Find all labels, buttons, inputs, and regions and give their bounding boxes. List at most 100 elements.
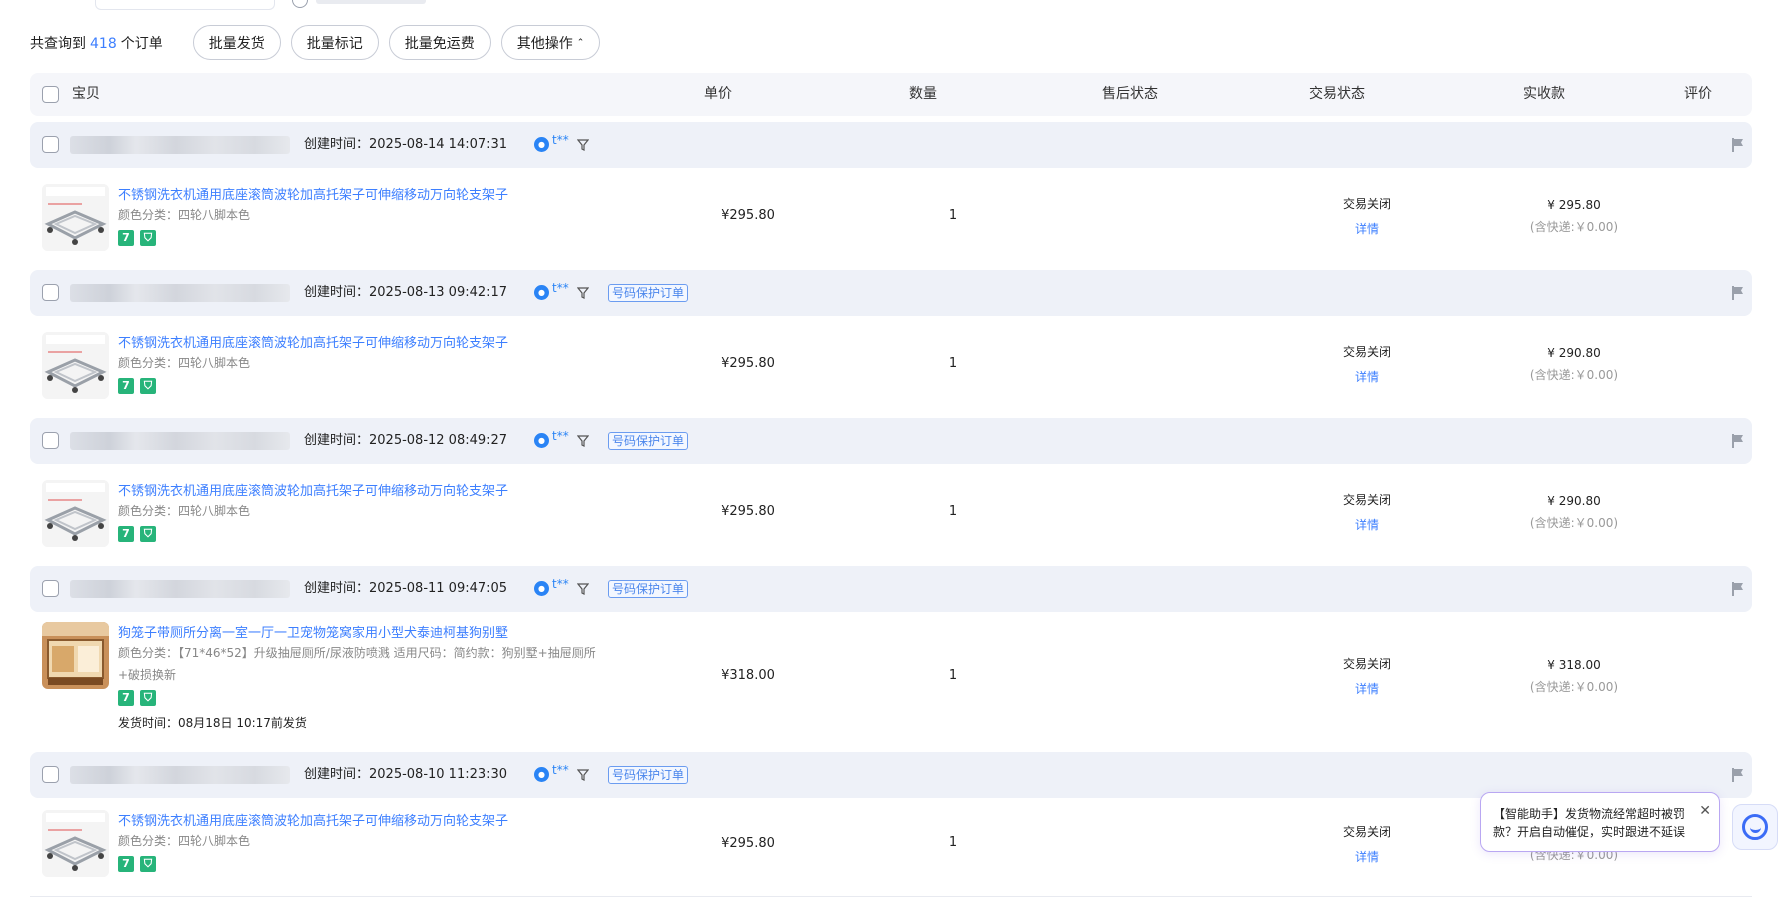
buyer-avatar-icon[interactable]: ● <box>534 767 549 782</box>
order-checkbox[interactable] <box>42 766 59 783</box>
filter-funnel-icon[interactable] <box>577 139 589 151</box>
buyer-nickname[interactable]: t** <box>552 763 569 777</box>
order-header: 创建时间：2025-08-14 14:07:31 ● t** <box>30 122 1752 168</box>
order-checkbox[interactable] <box>42 284 59 301</box>
order-created-time: 创建时间：2025-08-10 11:23:30 <box>304 767 508 782</box>
order-checkbox[interactable] <box>42 136 59 153</box>
seven-day-return-icon: 7 <box>118 856 134 872</box>
buyer-nickname[interactable]: t** <box>552 429 569 443</box>
trade-status: 交易关闭 <box>1342 197 1392 211</box>
order-detail-link[interactable]: 详情 <box>1355 680 1379 697</box>
order-total-count: 418 <box>90 35 117 52</box>
order-number-redacted <box>70 580 290 598</box>
order-detail-link[interactable]: 详情 <box>1355 368 1379 385</box>
column-header-review: 评价 <box>1684 86 1712 102</box>
flag-icon[interactable] <box>1731 767 1745 783</box>
filter-label-remnant <box>316 0 426 4</box>
order-detail-link[interactable]: 详情 <box>1355 516 1379 533</box>
order-header: 创建时间：2025-08-11 09:47:05 ● t** 号码保护订单 <box>30 566 1752 612</box>
flag-icon[interactable] <box>1731 285 1745 301</box>
order-detail-link[interactable]: 详情 <box>1355 220 1379 237</box>
seven-day-return-icon: 7 <box>118 690 134 706</box>
order-toolbar: 共查询到 418 个订单 批量发货 批量标记 批量免运费 其他操作 ⌃ <box>30 25 610 60</box>
seven-day-return-icon: 7 <box>118 230 134 246</box>
order-created-time: 创建时间：2025-08-14 14:07:31 <box>304 137 508 152</box>
order-created-time: 创建时间：2025-08-13 09:42:17 <box>304 285 508 300</box>
column-header-quantity: 数量 <box>909 86 937 102</box>
product-attributes: 颜色分类：【71*46*52】升级抽屉厕所/尿液防喷溅 适用尺码：简约款：狗别墅… <box>118 646 596 660</box>
unit-price: ¥318.00 <box>721 668 775 683</box>
filter-input-remnant[interactable] <box>95 0 275 10</box>
filter-funnel-icon[interactable] <box>577 583 589 595</box>
filter-funnel-icon[interactable] <box>577 769 589 781</box>
guarantee-shield-icon: ⛉ <box>140 230 156 246</box>
product-title-link[interactable]: 不锈钢洗衣机通用底座滚筒波轮加高托架子可伸缩移动万向轮支架子 <box>118 332 508 351</box>
order-item-row: 不锈钢洗衣机通用底座滚筒波轮加高托架子可伸缩移动万向轮支架子 颜色分类：四轮八脚… <box>30 168 1752 270</box>
shipping-fee-note: (含快递:￥0.00) <box>1529 220 1619 234</box>
order-header: 创建时间：2025-08-13 09:42:17 ● t** 号码保护订单 <box>30 270 1752 316</box>
unit-price: ¥295.80 <box>721 836 775 851</box>
product-title-link[interactable]: 不锈钢洗衣机通用底座滚筒波轮加高托架子可伸缩移动万向轮支架子 <box>118 184 508 203</box>
product-title-link[interactable]: 不锈钢洗衣机通用底座滚筒波轮加高托架子可伸缩移动万向轮支架子 <box>118 810 508 829</box>
buyer-avatar-icon[interactable]: ● <box>534 137 549 152</box>
other-actions-button[interactable]: 其他操作 ⌃ <box>500 25 601 60</box>
unit-price: ¥295.80 <box>721 504 775 519</box>
buyer-avatar-icon[interactable]: ● <box>534 433 549 448</box>
order-checkbox[interactable] <box>42 432 59 449</box>
quantity: 1 <box>948 835 958 850</box>
received-amount: ¥ 295.80 <box>1547 198 1601 212</box>
buyer-nickname[interactable]: t** <box>552 133 569 147</box>
batch-ship-button[interactable]: 批量发货 <box>192 25 281 60</box>
order-number-redacted <box>70 766 290 784</box>
filter-funnel-icon[interactable] <box>577 435 589 447</box>
quantity: 1 <box>948 208 958 223</box>
product-thumbnail[interactable] <box>42 332 109 399</box>
service-badges: 7 ⛉ <box>118 690 162 706</box>
order-header: 创建时间：2025-08-12 08:49:27 ● t** 号码保护订单 <box>30 418 1752 464</box>
quantity: 1 <box>948 356 958 371</box>
seven-day-return-icon: 7 <box>118 378 134 394</box>
product-attributes-continued: +破损换新 <box>118 668 177 682</box>
number-protection-tag: 号码保护订单 <box>608 580 689 598</box>
order-checkbox[interactable] <box>42 580 59 597</box>
buyer-avatar-icon[interactable]: ● <box>534 581 549 596</box>
filter-radio-remnant[interactable] <box>292 0 308 8</box>
number-protection-tag: 号码保护订单 <box>608 284 689 302</box>
unit-price: ¥295.80 <box>721 208 775 223</box>
product-thumbnail[interactable] <box>42 810 109 877</box>
batch-free-shipping-button[interactable]: 批量免运费 <box>388 25 491 60</box>
select-all-checkbox[interactable] <box>42 86 59 103</box>
product-thumbnail[interactable] <box>42 480 109 547</box>
smart-assistant-popup[interactable]: 【智能助手】发货物流经常超时被罚款？开启自动催促，实时跟进不延误 ✕ <box>1480 792 1720 852</box>
order-number-redacted <box>70 284 290 302</box>
product-attributes: 颜色分类：四轮八脚本色 <box>118 504 251 518</box>
assistant-bot-button[interactable] <box>1732 804 1778 850</box>
buyer-nickname[interactable]: t** <box>552 577 569 591</box>
trade-status: 交易关闭 <box>1342 345 1392 359</box>
buyer-avatar-icon[interactable]: ● <box>534 285 549 300</box>
order-detail-link[interactable]: 详情 <box>1355 848 1379 865</box>
close-icon[interactable]: ✕ <box>1699 802 1711 820</box>
batch-mark-button[interactable]: 批量标记 <box>290 25 379 60</box>
product-thumbnail[interactable] <box>42 184 109 251</box>
order-item-row: 不锈钢洗衣机通用底座滚筒波轮加高托架子可伸缩移动万向轮支架子 颜色分类：四轮八脚… <box>30 464 1752 566</box>
flag-icon[interactable] <box>1731 433 1745 449</box>
order-table-header: 宝贝 单价 数量 售后状态 交易状态 实收款 评价 <box>30 73 1752 116</box>
flag-icon[interactable] <box>1731 137 1745 153</box>
order-created-time: 创建时间：2025-08-12 08:49:27 <box>304 433 508 448</box>
trade-status: 交易关闭 <box>1342 493 1392 507</box>
service-badges: 7 ⛉ <box>118 526 162 542</box>
filter-funnel-icon[interactable] <box>577 287 589 299</box>
service-badges: 7 ⛉ <box>118 230 162 246</box>
shipping-fee-note: (含快递:￥0.00) <box>1529 368 1619 382</box>
column-header-unit-price: 单价 <box>704 86 732 102</box>
product-title-link[interactable]: 狗笼子带厕所分离一室一厅一卫宠物笼窝家用小型犬泰迪柯基狗别墅 <box>118 622 508 641</box>
seven-day-return-icon: 7 <box>118 526 134 542</box>
quantity: 1 <box>948 668 958 683</box>
table-bottom-divider <box>30 896 1752 897</box>
flag-icon[interactable] <box>1731 581 1745 597</box>
product-thumbnail[interactable] <box>42 622 109 689</box>
product-title-link[interactable]: 不锈钢洗衣机通用底座滚筒波轮加高托架子可伸缩移动万向轮支架子 <box>118 480 508 499</box>
order-item-row: 不锈钢洗衣机通用底座滚筒波轮加高托架子可伸缩移动万向轮支架子 颜色分类：四轮八脚… <box>30 316 1752 418</box>
buyer-nickname[interactable]: t** <box>552 281 569 295</box>
